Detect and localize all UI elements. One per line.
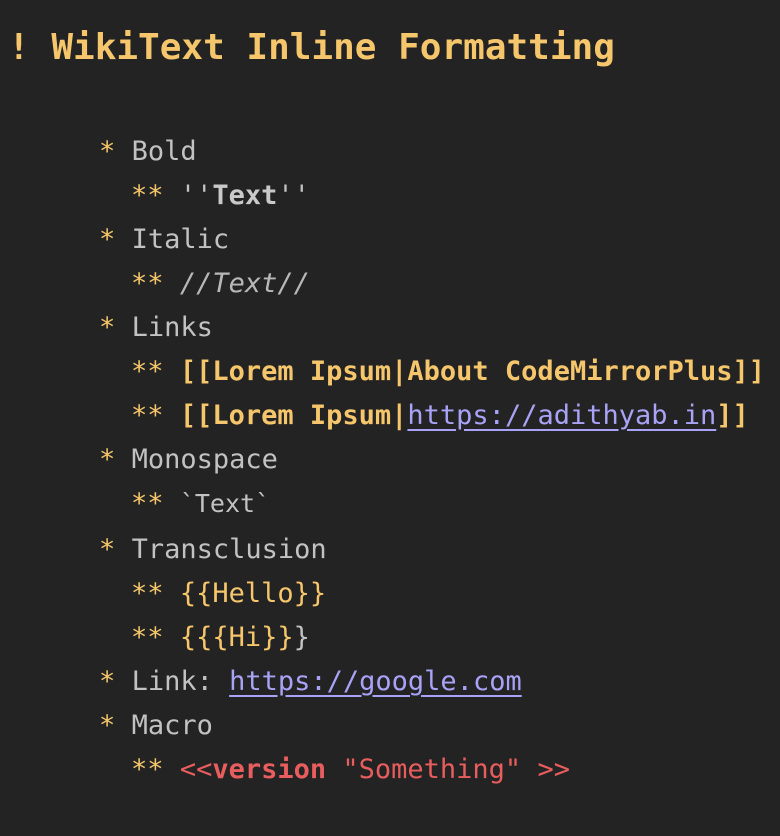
list-item-italic: * Italic (0, 174, 229, 255)
macro-name: version (212, 754, 327, 785)
list-item-transclusion-example-2: ** {{{Hi}}} (0, 572, 310, 653)
heading-line: ! WikiText Inline Formatting (8, 27, 615, 68)
list-item-transclusion-example-1: ** {{Hello}} (0, 528, 326, 609)
macro-close: >> (521, 754, 570, 785)
list-item-italic-example: ** //Text// (0, 218, 310, 299)
list-item-link: * Link: https://google.com (0, 616, 522, 697)
list-item-bold: * Bold (0, 86, 197, 167)
list-item-bold-example: ** ''Text'' (0, 130, 310, 211)
wikitext-editor[interactable]: ! WikiText Inline Formatting * Bold ** '… (0, 0, 780, 785)
list-item-macro-example: ** <<version "Something" >> (0, 704, 570, 785)
macro-open: << (179, 754, 213, 785)
list-item-link-example-2: ** [[Lorem Ipsum|https://adithyab.in]] (0, 350, 749, 431)
bold-close-marker: '' (277, 180, 310, 211)
list-item-transclusion: * Transclusion (0, 484, 327, 565)
list-item-monospace: * Monospace (0, 394, 278, 475)
link-close-brackets: ]] (716, 400, 749, 431)
list-item-link-example-1: ** [[Lorem Ipsum|About CodeMirrorPlus]] (0, 306, 765, 387)
bullet-marker: ** (131, 754, 164, 785)
macro-argument: "Something" (326, 754, 522, 785)
list-item-links: * Links (0, 262, 213, 343)
external-url-link[interactable]: https://google.com (229, 666, 522, 697)
list-item-monospace-example: ** `Text` (0, 438, 270, 519)
external-url-link[interactable]: https://adithyab.in (407, 400, 716, 431)
list-item-macro: * Macro (0, 660, 213, 741)
